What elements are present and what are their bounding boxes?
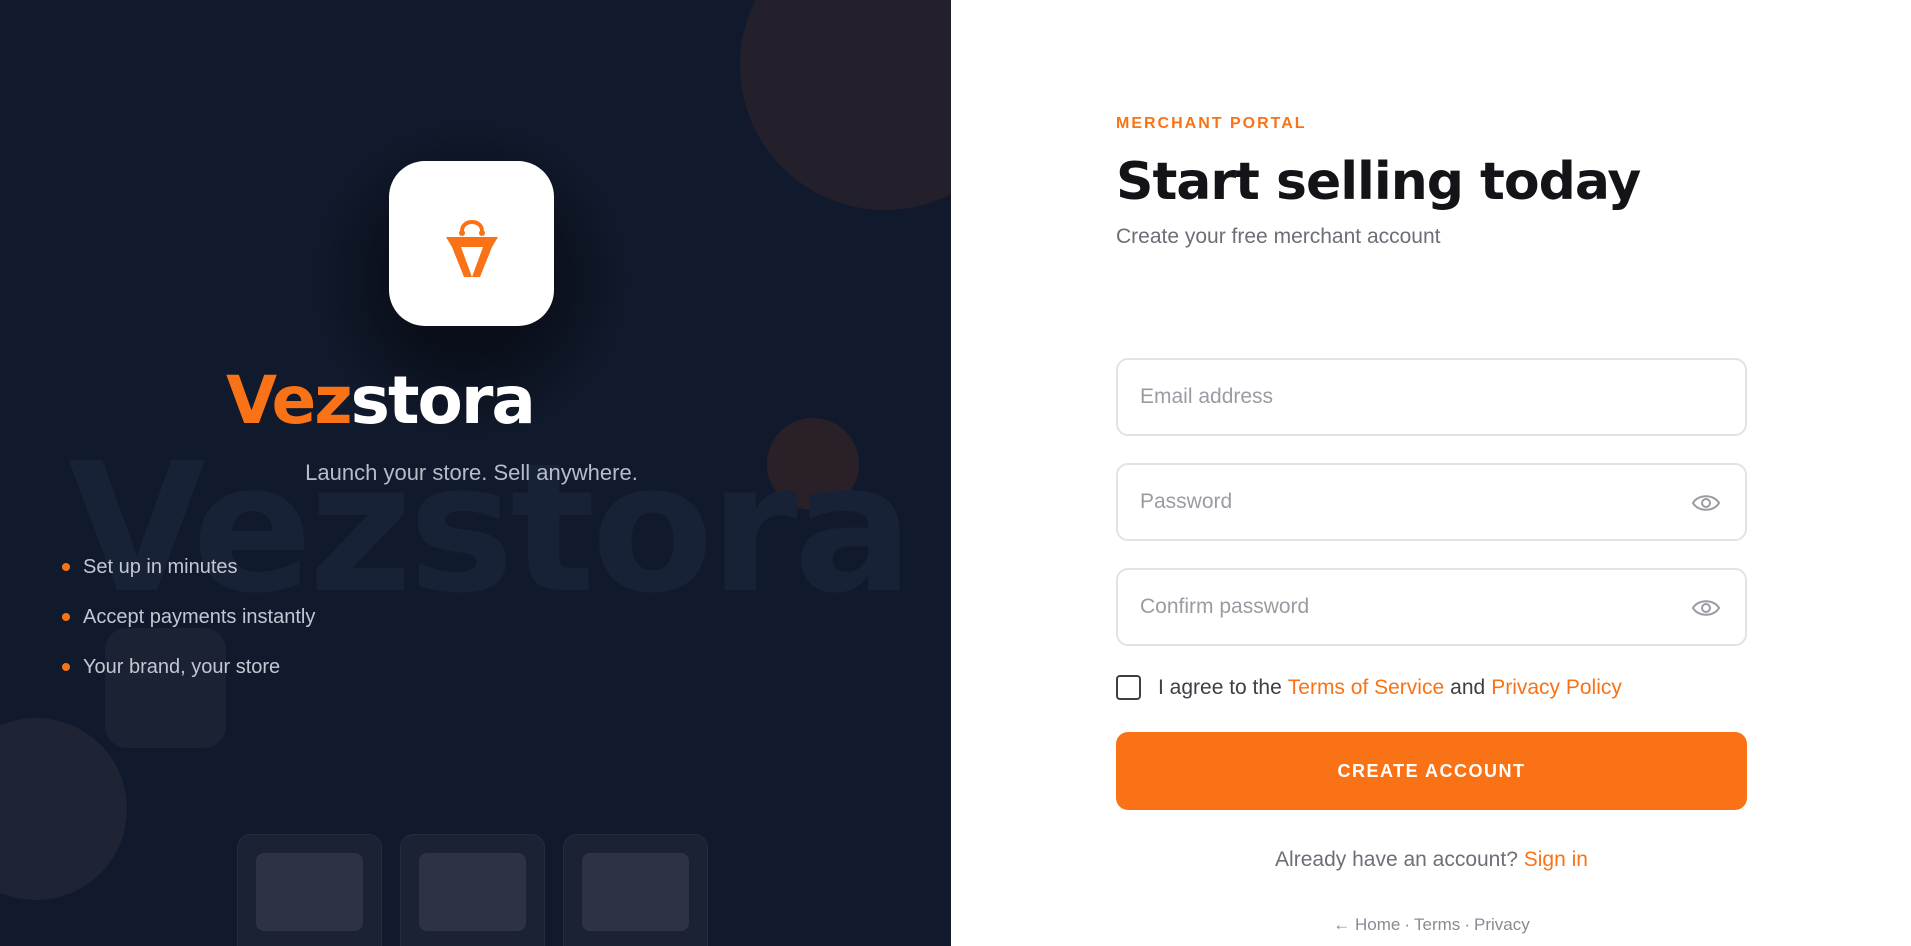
confirm-password-input[interactable]	[1118, 570, 1745, 644]
confirm-password-field[interactable]	[1116, 568, 1747, 646]
brand-logo	[389, 161, 554, 326]
shopping-bag-icon	[445, 219, 498, 277]
preview-image-placeholder	[256, 853, 363, 931]
have-account-text: Already have an account?	[1275, 848, 1518, 871]
privacy-link[interactable]: Privacy	[1474, 915, 1530, 934]
preview-image-placeholder	[582, 853, 689, 931]
preview-card	[237, 834, 382, 946]
brand-wordmark: Vezstora	[226, 368, 726, 434]
agree-prefix: I agree to the	[1158, 675, 1282, 699]
page-subtitle: Create your free merchant account	[1116, 225, 1441, 248]
eye-icon[interactable]	[1691, 490, 1721, 516]
footer-separator: ·	[1464, 915, 1470, 934]
sign-in-link[interactable]: Sign in	[1524, 848, 1588, 871]
footer-separator: ·	[1404, 915, 1411, 934]
brand-tagline: Launch your store. Sell anywhere.	[305, 460, 638, 485]
footer-links: ← Home · Terms · Privacy	[1116, 915, 1747, 935]
signup-page: Vezstora Vezstora Launch your store. Sel…	[0, 0, 1911, 946]
form-panel: MERCHANT PORTAL Start selling today Crea…	[951, 0, 1911, 946]
preview-cards	[237, 834, 708, 946]
bullet-dot-icon	[62, 563, 70, 571]
feature-label: Your brand, your store	[83, 655, 281, 678]
terms-of-service-link[interactable]: Terms of Service	[1288, 676, 1444, 700]
email-field[interactable]	[1116, 358, 1747, 436]
decor-circle	[740, 0, 951, 210]
home-link[interactable]: ← Home	[1333, 915, 1400, 934]
feature-item: Your brand, your store	[62, 642, 315, 692]
preview-card	[563, 834, 708, 946]
feature-label: Set up in minutes	[83, 555, 238, 578]
decor-circle	[0, 718, 127, 900]
brand-name-part2: stora	[350, 362, 536, 439]
page-title: Start selling today	[1116, 152, 1641, 212]
feature-item: Set up in minutes	[62, 542, 315, 592]
terms-agreement: I agree to the Terms of Service and Priv…	[1116, 675, 1622, 700]
portal-label: MERCHANT PORTAL	[1116, 115, 1307, 132]
bullet-dot-icon	[62, 663, 70, 671]
brand-name-part1: Vez	[226, 362, 353, 439]
terms-link[interactable]: Terms	[1414, 915, 1460, 934]
bullet-dot-icon	[62, 613, 70, 621]
eye-icon[interactable]	[1691, 595, 1721, 621]
password-input[interactable]	[1118, 465, 1745, 539]
feature-label: Accept payments instantly	[83, 605, 316, 628]
create-account-button[interactable]: CREATE ACCOUNT	[1116, 732, 1747, 810]
terms-checkbox[interactable]	[1116, 675, 1141, 700]
password-field[interactable]	[1116, 463, 1747, 541]
preview-card	[400, 834, 545, 946]
preview-image-placeholder	[419, 853, 526, 931]
sign-in-prompt: Already have an account? Sign in	[1116, 848, 1747, 872]
feature-item: Accept payments instantly	[62, 592, 315, 642]
feature-list: Set up in minutes Accept payments instan…	[62, 542, 315, 692]
brand-panel: Vezstora Vezstora Launch your store. Sel…	[0, 0, 951, 946]
email-input[interactable]	[1118, 360, 1745, 434]
signup-form: MERCHANT PORTAL Start selling today Crea…	[1116, 115, 1747, 934]
privacy-policy-link[interactable]: Privacy Policy	[1491, 676, 1622, 700]
agree-and: and	[1450, 675, 1486, 699]
